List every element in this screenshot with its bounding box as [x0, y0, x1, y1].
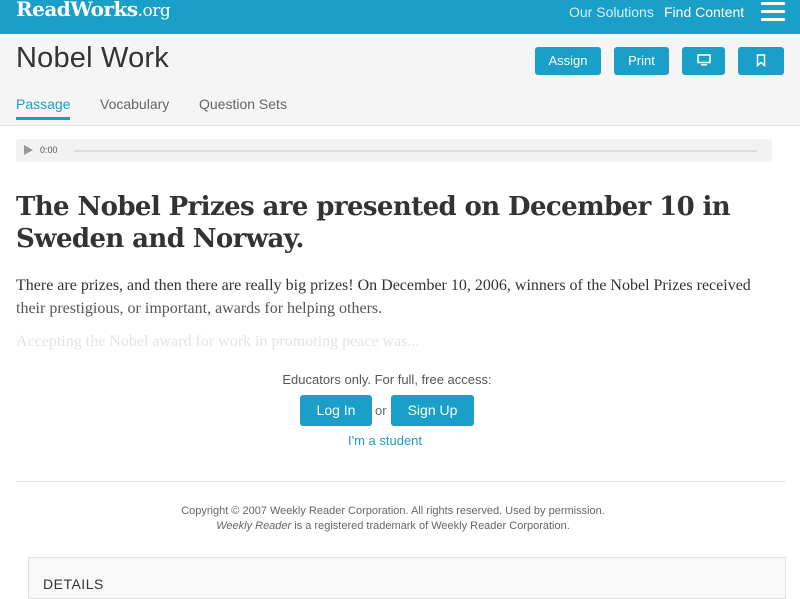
nav-find-content[interactable]: Find Content: [664, 4, 744, 20]
details-panel: DETAILS: [28, 557, 786, 599]
details-title: DETAILS: [43, 576, 104, 592]
present-button[interactable]: [682, 47, 725, 75]
or-label: or: [375, 403, 387, 418]
student-link[interactable]: I'm a student: [348, 433, 422, 448]
title-bar: Nobel Work Assign Print Passage Vocabula…: [0, 34, 800, 126]
assign-button[interactable]: Assign: [535, 47, 601, 75]
article-paragraph: There are prizes, and then there are rea…: [16, 274, 786, 320]
faded-preview-text: Accepting the Nobel award for work in pr…: [16, 333, 420, 350]
bookmark-button[interactable]: [738, 47, 784, 75]
monitor-icon: [696, 54, 711, 66]
play-icon[interactable]: [24, 145, 33, 155]
tab-passage[interactable]: Passage: [16, 96, 71, 120]
print-button[interactable]: Print: [614, 47, 669, 75]
copyright-notice: Copyright © 2007 Weekly Reader Corporati…: [0, 504, 786, 534]
tab-vocabulary[interactable]: Vocabulary: [100, 96, 169, 122]
article-headline: The Nobel Prizes are presented on Decemb…: [16, 192, 731, 254]
top-bar: ReadWorks.org Our Solutions Find Content: [0, 0, 800, 34]
paragraph-line-2: their prestigious, or important, awards …: [16, 300, 383, 317]
logo-main: ReadWorks: [16, 0, 138, 21]
audio-time: 0:00: [40, 145, 58, 155]
tab-question-sets[interactable]: Question Sets: [199, 96, 287, 122]
log-in-button[interactable]: Log In: [300, 395, 372, 426]
readworks-logo[interactable]: ReadWorks.org: [16, 0, 171, 21]
audio-player: 0:00: [16, 139, 772, 162]
access-message: Educators only. For full, free access:: [282, 372, 492, 387]
nav-our-solutions[interactable]: Our Solutions: [569, 4, 654, 20]
bookmark-icon: [756, 53, 766, 67]
page-title: Nobel Work: [16, 42, 169, 74]
sign-up-button[interactable]: Sign Up: [391, 395, 474, 426]
logo-suffix: .org: [137, 1, 171, 21]
trademark-rest: is a registered trademark of Weekly Read…: [291, 520, 570, 532]
audio-progress-bar[interactable]: [74, 150, 757, 152]
paragraph-line-1: There are prizes, and then there are rea…: [16, 277, 751, 294]
trademark-line: Weekly Reader is a registered trademark …: [0, 519, 786, 534]
hamburger-icon[interactable]: [761, 0, 785, 22]
copyright-line: Copyright © 2007 Weekly Reader Corporati…: [181, 505, 605, 517]
divider: [16, 481, 786, 482]
trademark-name: Weekly Reader: [216, 520, 292, 532]
